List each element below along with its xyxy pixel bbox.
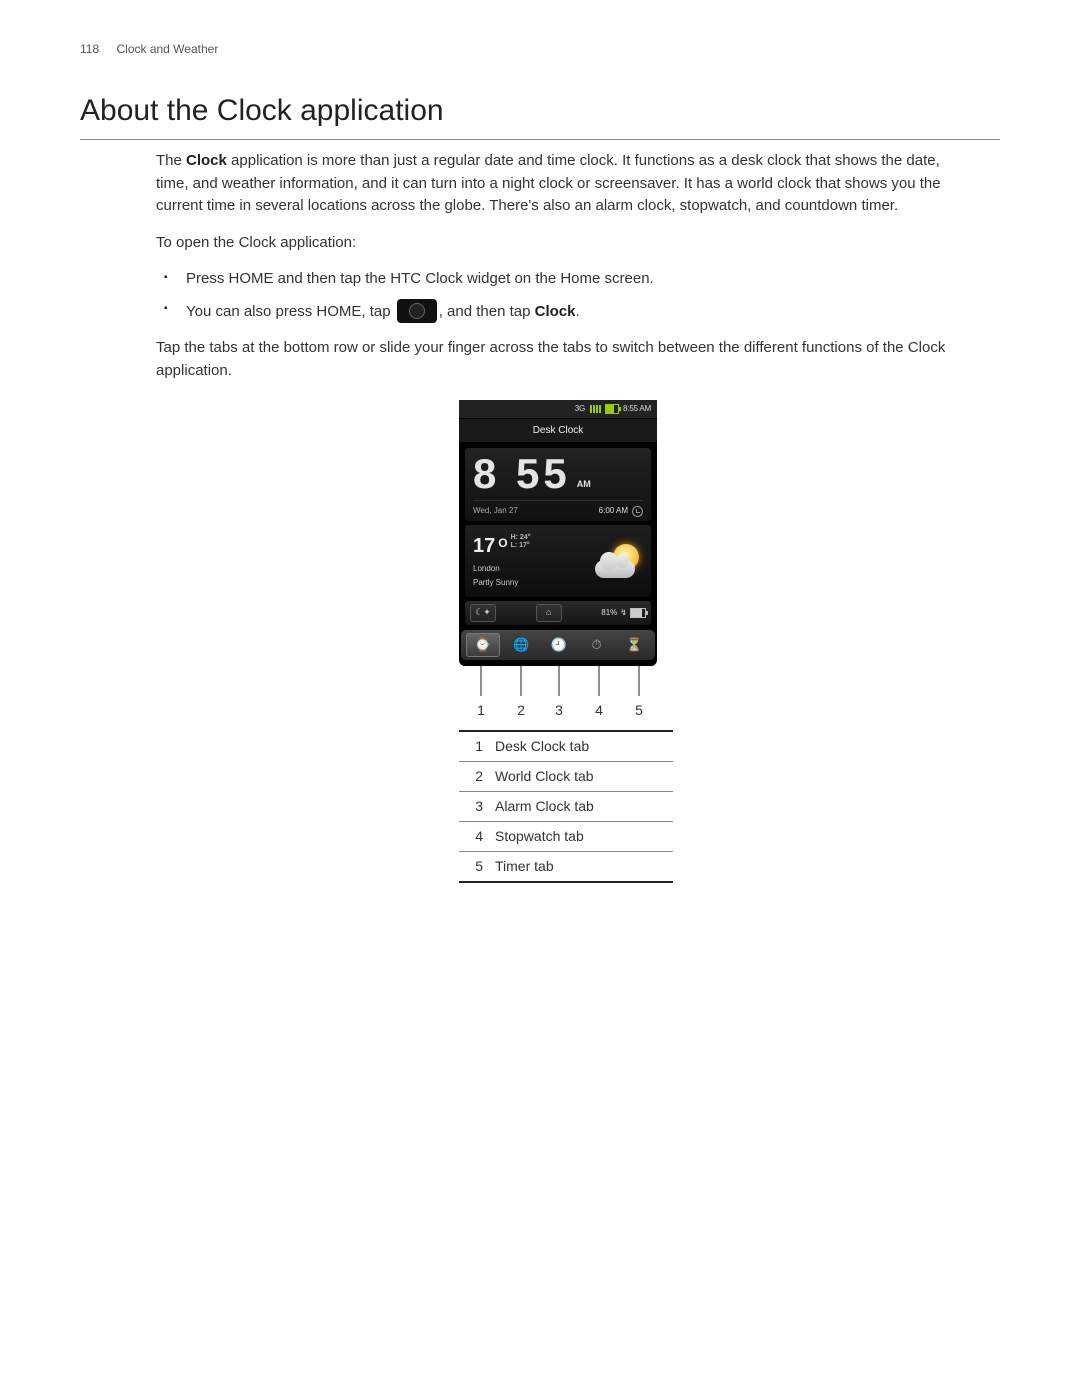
tabs-instruction-paragraph: Tap the tabs at the bottom row or slide … bbox=[156, 337, 976, 382]
tab-timer[interactable]: ⏳ bbox=[618, 634, 650, 656]
dimmer-button[interactable]: ☾✦ bbox=[470, 604, 496, 622]
charging-icon: ↯ bbox=[620, 607, 627, 619]
table-row: 2World Clock tab bbox=[459, 762, 673, 792]
intro-paragraph: The Clock application is more than just … bbox=[156, 150, 976, 218]
phone-screenshot: 3G 8:55 AM Desk Clock 8 55 AM Wed, Jan 2… bbox=[459, 400, 657, 666]
clock-ampm: AM bbox=[577, 480, 591, 495]
battery-percentage: 81% bbox=[601, 607, 617, 619]
section-label: Clock and Weather bbox=[116, 42, 218, 56]
page-header: 118 Clock and Weather bbox=[80, 40, 1000, 58]
tab-desk-clock[interactable]: ⌚ bbox=[466, 633, 500, 657]
next-alarm-time: 6:00 AM bbox=[599, 505, 628, 517]
table-row: 4Stopwatch tab bbox=[459, 822, 673, 852]
callout-number: 3 bbox=[553, 700, 565, 721]
page-number: 118 bbox=[80, 42, 99, 56]
clock-date: Wed, Jan 27 bbox=[473, 505, 518, 517]
clock-time: 8 55 bbox=[473, 453, 571, 495]
controls-bar: ☾✦ ⌂ 81% ↯ bbox=[465, 601, 651, 625]
bullet-home-widget: Press HOME and then tap the HTC Clock wi… bbox=[180, 268, 976, 291]
battery-bar-icon bbox=[630, 608, 646, 618]
status-time: 8:55 AM bbox=[623, 403, 651, 415]
tab-stopwatch[interactable]: ⏱ bbox=[581, 634, 613, 656]
app-title-bar: Desk Clock bbox=[459, 418, 657, 443]
alarm-icon bbox=[632, 506, 643, 517]
callout-lines: 1 2 3 4 5 bbox=[459, 666, 657, 716]
table-row: 5Timer tab bbox=[459, 852, 673, 883]
callout-number: 5 bbox=[633, 700, 645, 721]
clock-panel: 8 55 AM Wed, Jan 27 6:00 AM bbox=[465, 448, 651, 521]
weather-panel: 17O H: 24° L: 17° London Partly Sunny bbox=[465, 525, 651, 597]
weather-condition: Partly Sunny bbox=[473, 577, 531, 589]
tab-world-clock[interactable]: 🌐 bbox=[505, 634, 537, 656]
table-row: 1Desk Clock tab bbox=[459, 731, 673, 762]
callout-number: 2 bbox=[515, 700, 527, 721]
legend-table: 1Desk Clock tab 2World Clock tab 3Alarm … bbox=[459, 730, 673, 883]
page-title: About the Clock application bbox=[80, 88, 1000, 140]
weather-location: London bbox=[473, 563, 531, 575]
weather-graphic bbox=[595, 540, 643, 580]
status-bar: 3G 8:55 AM bbox=[459, 400, 657, 418]
dock-button[interactable]: ⌂ bbox=[536, 604, 562, 622]
degree-symbol: O bbox=[498, 531, 507, 552]
open-instructions-label: To open the Clock application: bbox=[156, 232, 976, 255]
battery-icon bbox=[605, 404, 619, 414]
tab-bar: ⌚ 🌐 🕘 ⏱ ⏳ bbox=[461, 630, 655, 660]
cloud-icon bbox=[595, 560, 635, 578]
callout-number: 1 bbox=[475, 700, 487, 721]
tab-alarm-clock[interactable]: 🕘 bbox=[543, 634, 575, 656]
network-label: 3G bbox=[575, 403, 585, 415]
weather-low: L: 17° bbox=[511, 542, 531, 550]
signal-icon bbox=[589, 405, 601, 413]
weather-temperature: 17 bbox=[473, 531, 495, 561]
figure: 3G 8:55 AM Desk Clock 8 55 AM Wed, Jan 2… bbox=[459, 400, 673, 883]
apps-grid-icon: ⊙ bbox=[397, 299, 437, 323]
callout-number: 4 bbox=[593, 700, 605, 721]
bullet-home-apps: You can also press HOME, tap ⊙, and then… bbox=[180, 299, 976, 324]
table-row: 3Alarm Clock tab bbox=[459, 792, 673, 822]
